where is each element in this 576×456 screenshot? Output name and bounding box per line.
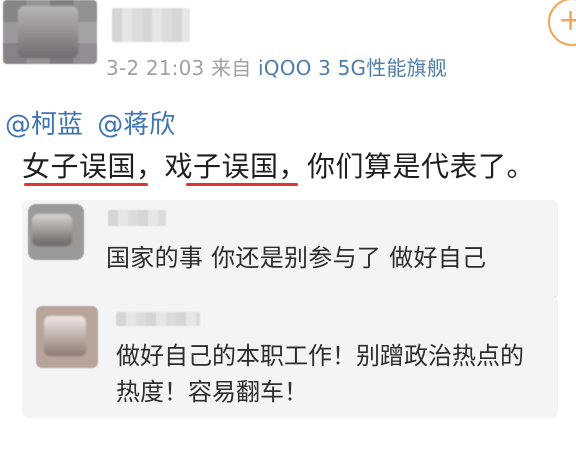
post-source-prefix: 来自 [211, 56, 252, 80]
mention-link[interactable]: @柯蓝 [5, 110, 83, 140]
post-time: 3-2 21:03 [106, 56, 205, 80]
avatar-blur-overlay [32, 214, 72, 246]
post-text: 女子误国，戏子误国，你们算是代表了。 [22, 150, 536, 183]
plus-icon: + [558, 3, 576, 38]
reply-text-line: 热度！容易翻车！ [116, 378, 308, 406]
avatar-blur-overlay [44, 316, 86, 356]
reply-text: 国家的事 你还是别参与了 做好自己 [106, 244, 487, 272]
red-underline [24, 183, 148, 186]
mentions: @柯蓝 @蒋欣 [5, 104, 181, 141]
follow-button[interactable]: + [548, 0, 576, 46]
username-blurred[interactable] [116, 312, 200, 326]
username-blurred[interactable] [112, 8, 190, 42]
post-device[interactable]: iQOO 3 5G性能旗舰 [258, 56, 447, 80]
avatar-blur-overlay [18, 6, 78, 58]
post-meta: 3-2 21:03 来自 iQOO 3 5G性能旗舰 [106, 52, 447, 81]
red-underline [186, 183, 298, 186]
reply-text-line: 做好自己的本职工作！别蹭政治热点的 [116, 342, 524, 370]
username-blurred[interactable] [108, 210, 166, 226]
mention-link[interactable]: @蒋欣 [97, 110, 175, 140]
